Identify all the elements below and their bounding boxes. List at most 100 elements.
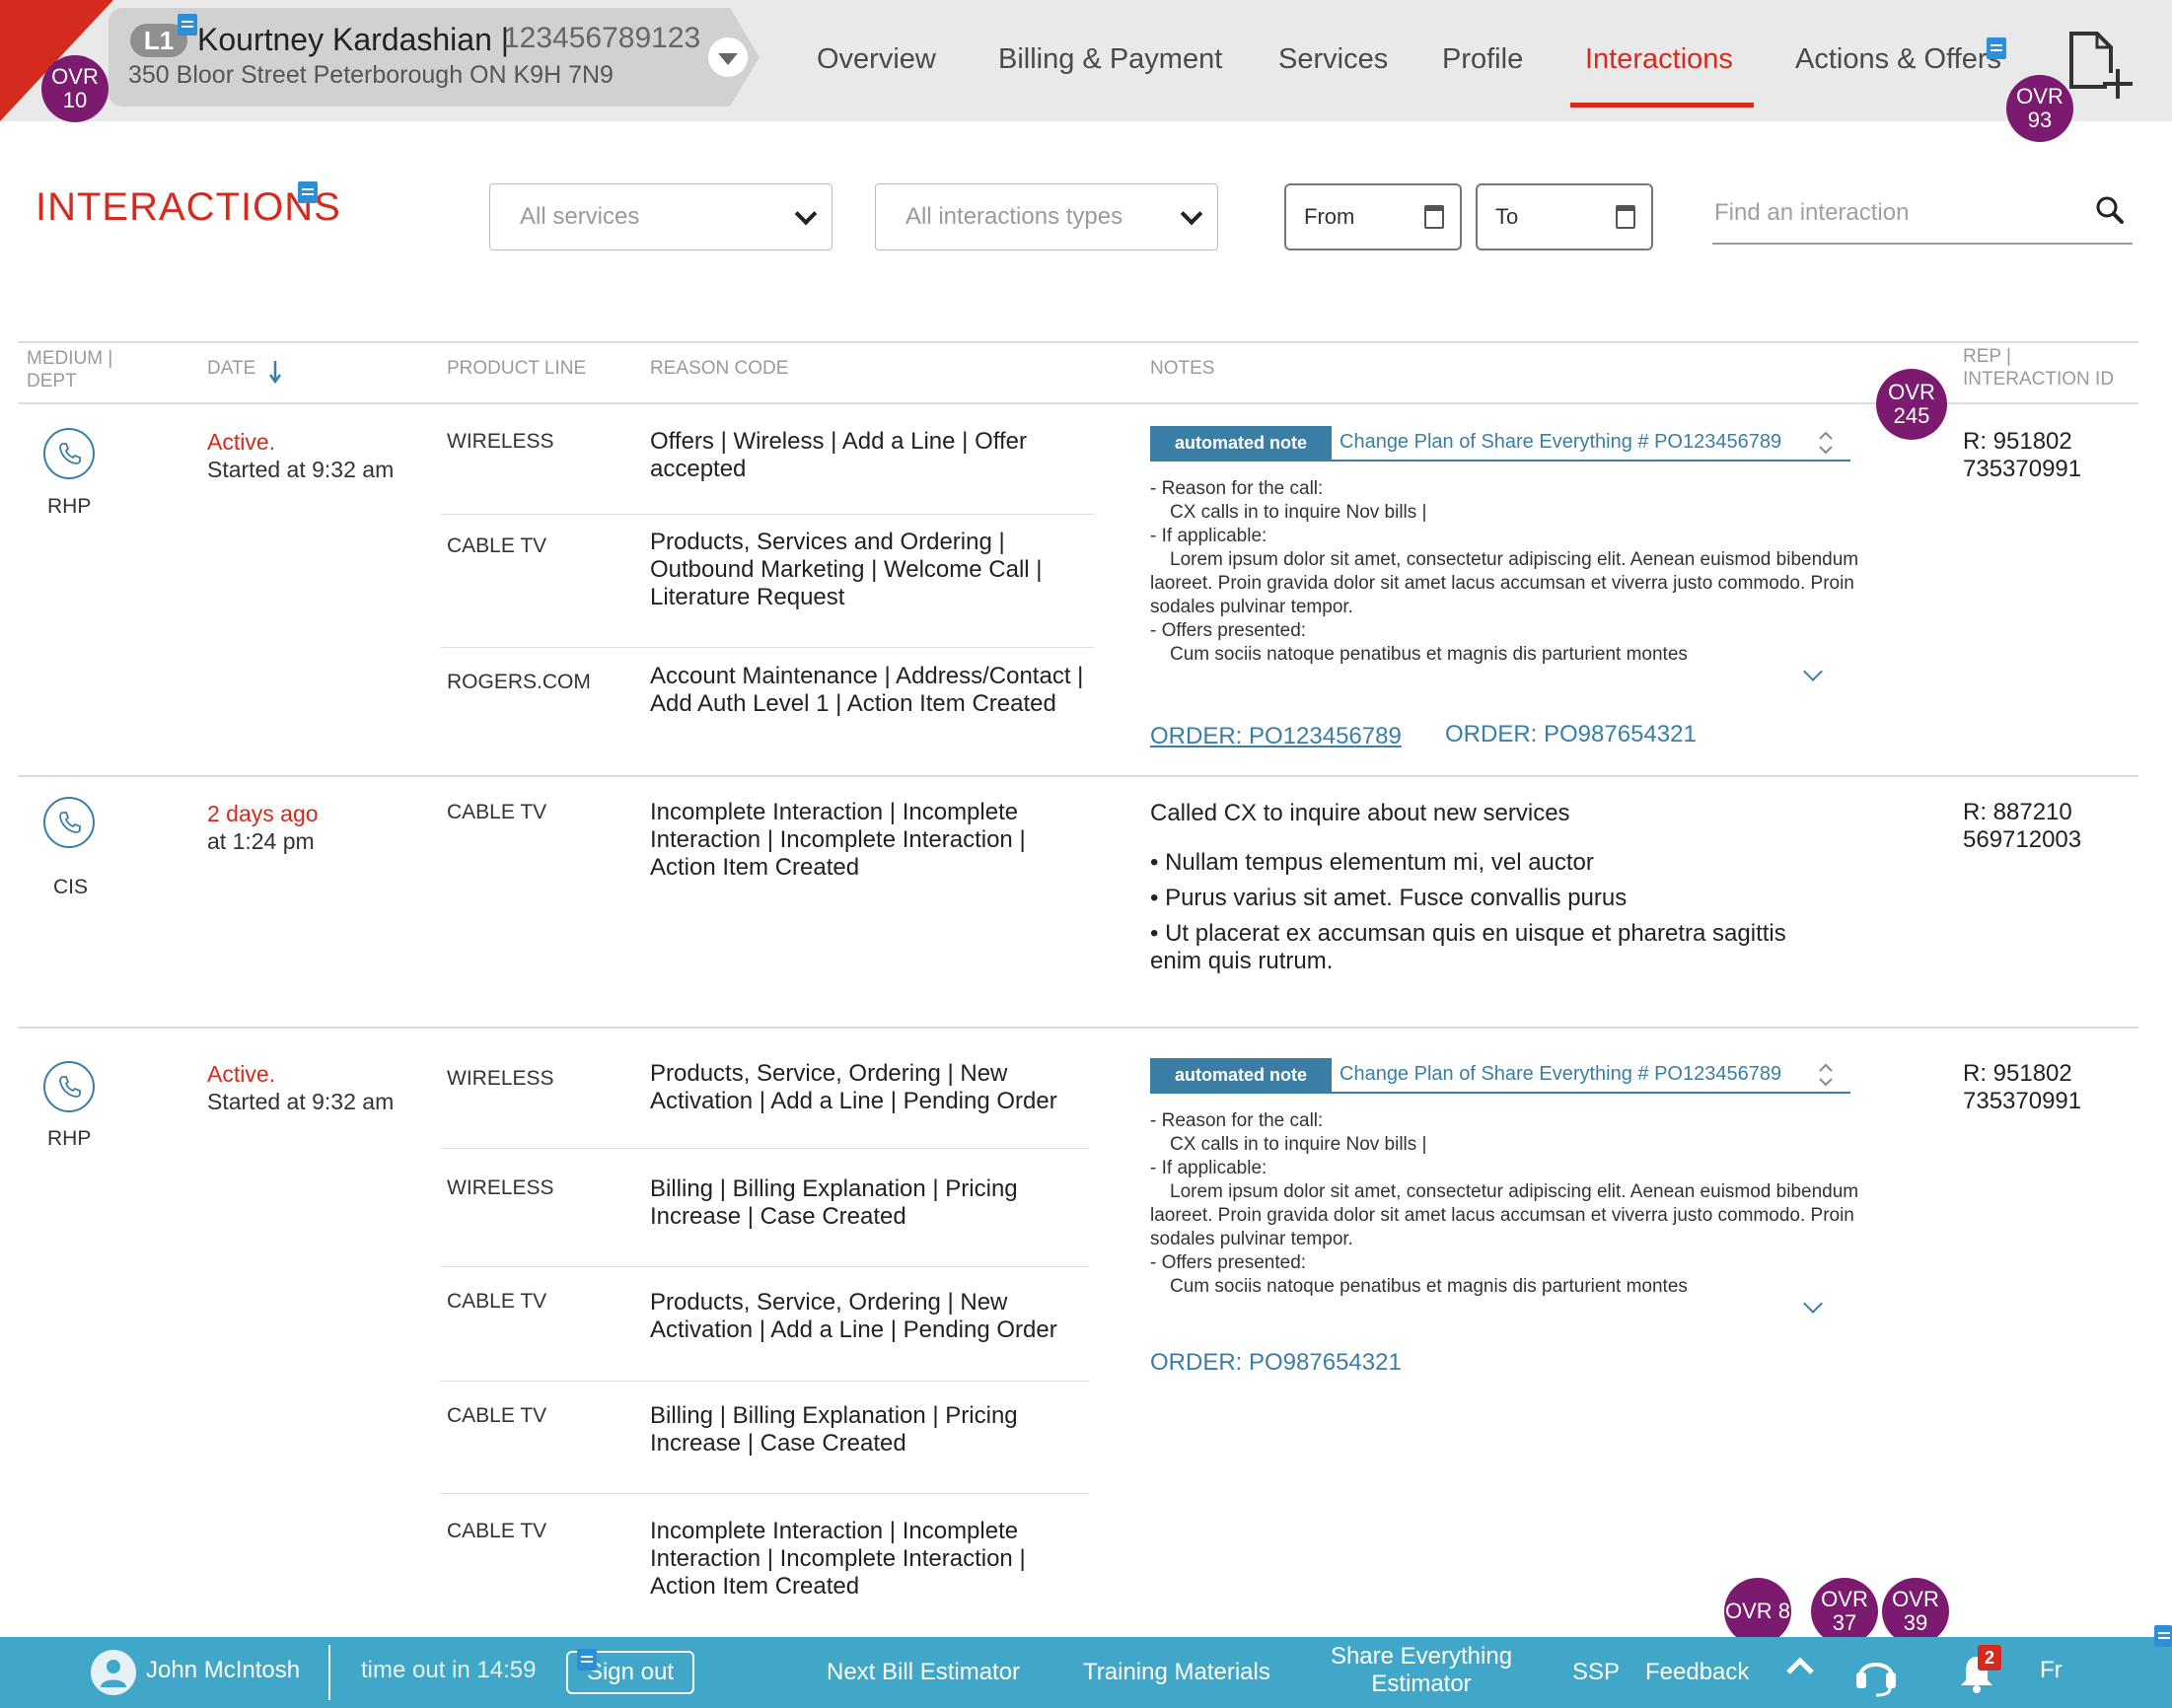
chevron-down-icon: [794, 202, 818, 226]
header-reason-code[interactable]: REASON CODE: [650, 357, 788, 380]
interaction-type-filter-value: All interactions types: [905, 203, 1123, 230]
line-divider: [440, 1148, 1089, 1149]
tab-actions-offers[interactable]: Actions & Offers: [1795, 43, 2001, 76]
product-line: CABLE TV: [447, 1290, 547, 1313]
notification-count-badge: 2: [1978, 1645, 2001, 1671]
header-date[interactable]: DATE: [207, 357, 255, 380]
reason-code: Billing | Billing Explanation | Pricing …: [650, 1175, 1018, 1230]
reason-code: Billing | Billing Explanation | Pricing …: [650, 1402, 1018, 1457]
next-bill-estimator-link[interactable]: Next Bill Estimator: [827, 1659, 1020, 1686]
note-flag-icon[interactable]: [1987, 37, 2006, 59]
tab-overview[interactable]: Overview: [817, 43, 936, 76]
search-icon[interactable]: [2095, 195, 2125, 225]
note-bullet: • Nullam tempus elementum mi, vel auctor: [1150, 849, 1594, 876]
table-top-rule: [18, 341, 2138, 343]
interaction-status: Active.: [207, 429, 276, 455]
chevron-down-icon[interactable]: [708, 37, 748, 77]
from-date-label: From: [1304, 204, 1355, 229]
product-line: CABLE TV: [447, 801, 547, 823]
order-link[interactable]: ORDER: PO987654321: [1150, 1349, 1402, 1377]
product-line: ROGERS.COM: [447, 671, 591, 693]
language-toggle[interactable]: Fr: [2040, 1657, 2063, 1684]
override-badge[interactable]: OVR 8: [1724, 1578, 1791, 1645]
product-line: WIRELESS: [447, 1176, 554, 1199]
note-bullet: • Purus varius sit amet. Fusce convallis…: [1150, 885, 1628, 911]
headset-icon[interactable]: [1850, 1649, 1902, 1705]
order-link[interactable]: ORDER: PO123456789: [1150, 723, 1402, 750]
user-name: John McIntosh: [146, 1657, 301, 1683]
note-text: Called CX to inquire about new services: [1150, 800, 1570, 826]
services-filter-value: All services: [520, 203, 640, 230]
note-flag-icon[interactable]: [178, 14, 197, 36]
to-date-field[interactable]: To: [1476, 183, 1653, 250]
header-product-line[interactable]: PRODUCT LINE: [447, 357, 586, 380]
dept-label: RHP: [47, 1127, 92, 1150]
dept-label: CIS: [53, 876, 89, 898]
change-plan-link[interactable]: Change Plan of Share Everything # PO1234…: [1339, 1063, 1781, 1086]
sort-arrow-icon[interactable]: [268, 359, 282, 385]
services-filter[interactable]: All services: [489, 183, 833, 250]
note-body: - Reason for the call: CX calls in to in…: [1150, 1110, 1859, 1297]
tab-interactions[interactable]: Interactions: [1585, 43, 1733, 76]
automated-note-tag: automated note: [1150, 426, 1332, 460]
dept-label: RHP: [47, 495, 92, 518]
override-badge[interactable]: OVR 39: [1882, 1578, 1949, 1645]
tab-services[interactable]: Services: [1278, 43, 1388, 76]
footer-bar: John McIntosh time out in 14:59 Sign out…: [0, 1637, 2172, 1708]
share-everything-estimator-link[interactable]: Share Everything Estimator: [1330, 1643, 1513, 1698]
reason-code: Account Maintenance | Address/Contact | …: [650, 663, 1084, 717]
note-flag-icon[interactable]: [298, 181, 318, 203]
interaction-status: Active.: [207, 1061, 276, 1087]
avatar[interactable]: [91, 1650, 136, 1695]
reason-code: Products, Service, Ordering | New Activa…: [650, 1289, 1057, 1343]
phone-icon: [43, 797, 95, 848]
to-date-label: To: [1495, 204, 1519, 229]
footer-divider: [328, 1645, 330, 1700]
interaction-time: at 1:24 pm: [207, 828, 315, 854]
override-badge[interactable]: OVR 37: [1811, 1578, 1878, 1645]
calendar-icon[interactable]: [1424, 205, 1444, 229]
phone-icon: [43, 428, 95, 479]
chevron-down-icon: [1180, 202, 1203, 226]
page-title: INTERACTIONS: [36, 185, 341, 229]
override-badge[interactable]: OVR 93: [2006, 75, 2073, 142]
expand-collapse-icon[interactable]: [1817, 428, 1835, 458]
from-date-field[interactable]: From: [1284, 183, 1462, 250]
line-divider: [440, 1493, 1089, 1494]
interaction-time: Started at 9:32 am: [207, 457, 395, 482]
note-bullet: • Ut placerat ex accumsan quis en uisque…: [1150, 920, 1786, 974]
rep-interaction-id: R: 951802 735370991: [1963, 428, 2082, 482]
rep-interaction-id: R: 951802 735370991: [1963, 1060, 2082, 1114]
line-divider: [440, 647, 1095, 648]
automated-note-header[interactable]: automated note Change Plan of Share Ever…: [1150, 1058, 1850, 1094]
line-divider: [440, 1266, 1089, 1267]
order-link[interactable]: ORDER: PO987654321: [1445, 721, 1697, 748]
header-notes[interactable]: NOTES: [1150, 357, 1214, 380]
calendar-icon[interactable]: [1616, 205, 1635, 229]
customer-account-number: 123456789123: [503, 22, 701, 54]
line-divider: [440, 514, 1095, 515]
automated-note-tag: automated note: [1150, 1058, 1332, 1092]
note-flag-icon[interactable]: [2154, 1625, 2172, 1647]
tab-billing-payment[interactable]: Billing & Payment: [998, 43, 1222, 76]
header-rep-interaction-id[interactable]: REP | INTERACTION ID: [1963, 345, 2114, 391]
expand-collapse-icon[interactable]: [1817, 1060, 1835, 1090]
automated-note-header[interactable]: automated note Change Plan of Share Ever…: [1150, 426, 1850, 462]
product-line: CABLE TV: [447, 1404, 547, 1427]
override-badge[interactable]: OVR 10: [41, 55, 109, 122]
note-flag-icon[interactable]: [577, 1649, 597, 1671]
tab-profile[interactable]: Profile: [1442, 43, 1523, 76]
search-input[interactable]: Find an interaction: [1714, 199, 1909, 227]
phone-icon: [43, 1061, 95, 1112]
override-badge[interactable]: OVR 245: [1876, 369, 1947, 440]
chevron-up-icon[interactable]: [1783, 1651, 1817, 1687]
table-header-rule: [18, 402, 2138, 404]
line-divider: [440, 1381, 1089, 1382]
interaction-type-filter[interactable]: All interactions types: [875, 183, 1218, 250]
feedback-link[interactable]: Feedback: [1645, 1659, 1749, 1686]
header-medium[interactable]: MEDIUM | DEPT: [27, 347, 112, 392]
change-plan-link[interactable]: Change Plan of Share Everything # PO1234…: [1339, 431, 1781, 454]
active-tab-indicator: [1570, 103, 1754, 107]
ssp-link[interactable]: SSP: [1572, 1659, 1620, 1686]
training-materials-link[interactable]: Training Materials: [1083, 1659, 1270, 1686]
